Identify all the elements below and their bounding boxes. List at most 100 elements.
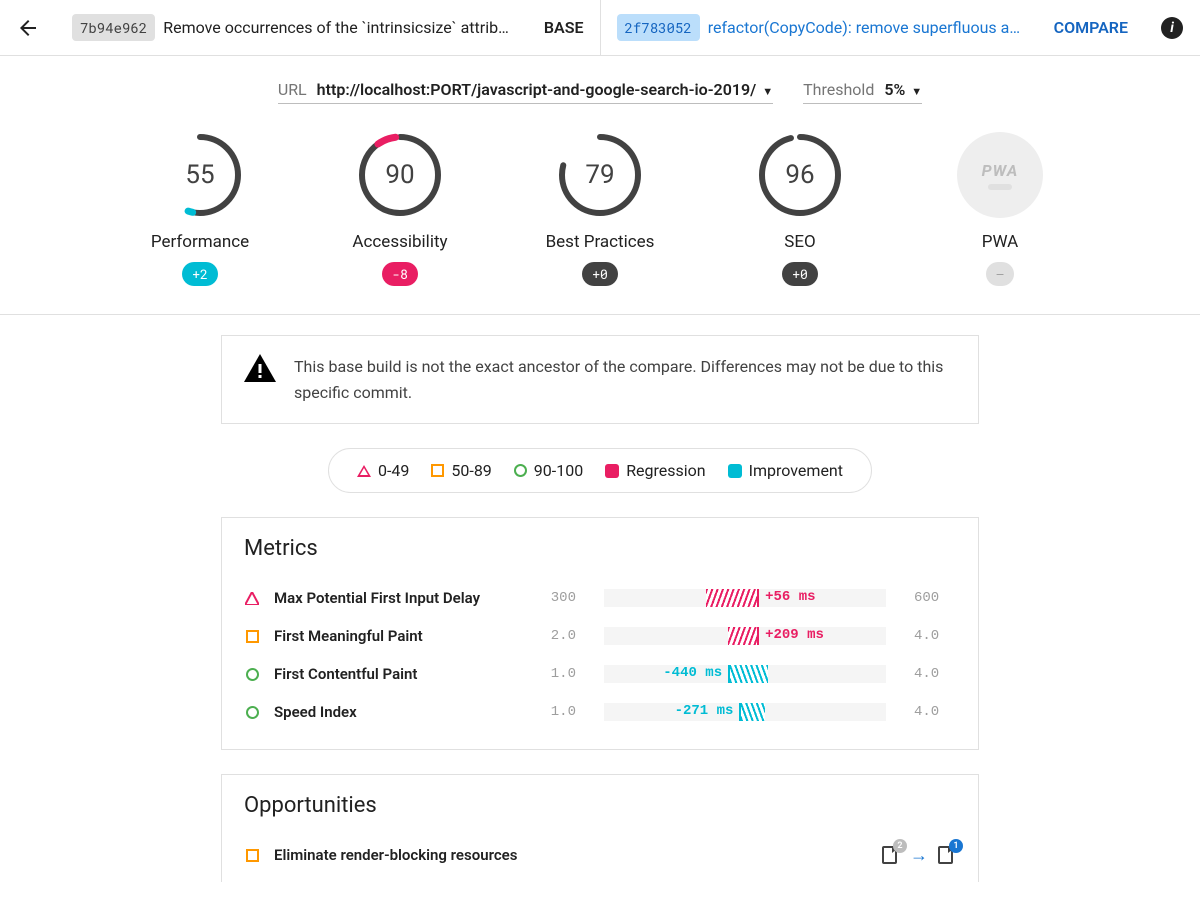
metric-max: 4.0 <box>914 666 956 682</box>
gauge-best-practices[interactable]: 79 Best Practices +0 <box>540 132 660 286</box>
square-icon <box>431 464 444 477</box>
triangle-icon <box>357 465 371 477</box>
metric-max: 4.0 <box>914 628 956 644</box>
legend-pass: 90-100 <box>514 461 583 480</box>
threshold-value: 5% <box>884 80 905 99</box>
metric-bar-segment <box>739 703 764 721</box>
metric-status-icon <box>244 630 260 643</box>
regression-swatch <box>605 464 619 478</box>
ancestor-warning: This base build is not the exact ancesto… <box>221 335 979 424</box>
opportunity-name: Eliminate render-blocking resources <box>274 846 868 864</box>
report-icon: 2 <box>882 846 900 864</box>
warning-text: This base build is not the exact ancesto… <box>294 354 956 405</box>
gauge-arc: 79 <box>557 132 643 218</box>
info-button[interactable]: i <box>1144 17 1200 39</box>
metrics-list: Max Potential First Input Delay 300 +56 … <box>244 579 956 731</box>
gauge-arc: 55 <box>157 132 243 218</box>
compare-message: refactor(CopyCode): remove superfluous a… <box>708 18 1044 37</box>
metric-row[interactable]: First Meaningful Paint 2.0 +209 ms 4.0 <box>244 617 956 655</box>
metric-min: 1.0 <box>534 704 576 720</box>
metric-delta: +209 ms <box>765 627 824 643</box>
metric-bar: +209 ms <box>604 627 886 645</box>
metric-delta: -271 ms <box>675 703 734 719</box>
gauge-label: Performance <box>151 232 249 252</box>
metric-bar-segment <box>728 665 767 683</box>
metric-max: 600 <box>914 590 956 606</box>
metric-min: 1.0 <box>534 666 576 682</box>
gauge-arc: 90 <box>357 132 443 218</box>
compare-commit-panel[interactable]: 2f783052 refactor(CopyCode): remove supe… <box>601 0 1145 56</box>
comparison-header: 7b94e962 Remove occurrences of the `intr… <box>0 0 1200 56</box>
url-label: URL <box>278 80 307 99</box>
threshold-selector[interactable]: Threshold 5% ▼ <box>803 80 922 104</box>
gauge-label: Accessibility <box>352 232 447 252</box>
metric-status-icon <box>244 706 260 719</box>
gauge-performance[interactable]: 55 Performance +2 <box>140 132 260 286</box>
metric-min: 300 <box>534 590 576 606</box>
opportunities-title: Opportunities <box>244 793 956 818</box>
metric-bar-segment <box>706 589 760 607</box>
gauge-delta: +0 <box>582 262 618 286</box>
warning-icon <box>244 354 276 389</box>
metric-row[interactable]: Max Potential First Input Delay 300 +56 … <box>244 579 956 617</box>
metric-min: 2.0 <box>534 628 576 644</box>
gauge-delta: – <box>986 262 1014 286</box>
metric-name: Max Potential First Input Delay <box>274 589 520 607</box>
legend-fail: 0-49 <box>357 461 409 480</box>
gauge-label: Best Practices <box>546 232 655 252</box>
base-label: BASE <box>544 18 584 37</box>
metric-name: First Meaningful Paint <box>274 627 520 645</box>
base-commit-panel[interactable]: 7b94e962 Remove occurrences of the `intr… <box>56 0 601 56</box>
opportunity-status-icon <box>244 849 260 862</box>
url-selector[interactable]: URL http://localhost:PORT/javascript-and… <box>278 80 773 104</box>
url-threshold-controls: URL http://localhost:PORT/javascript-and… <box>0 56 1200 116</box>
legend-improvement-label: Improvement <box>749 461 843 480</box>
pwa-icon: PWA <box>957 132 1043 218</box>
metric-bar: +56 ms <box>604 589 886 607</box>
gauge-pwa[interactable]: PWA PWA – <box>940 132 1060 286</box>
info-icon: i <box>1161 17 1183 39</box>
metric-name: First Contentful Paint <box>274 665 520 683</box>
main-content: This base build is not the exact ancesto… <box>0 314 1200 882</box>
legend-regression-label: Regression <box>626 461 705 480</box>
score-gauges: 55 Performance +2 90 Accessibility -8 79… <box>0 116 1200 314</box>
chevron-down-icon: ▼ <box>911 85 922 98</box>
gauge-seo[interactable]: 96 SEO +0 <box>740 132 860 286</box>
legend-pill: 0-49 50-89 90-100 Regression Improvement <box>328 448 872 493</box>
legend-avg-label: 50-89 <box>451 461 491 480</box>
improvement-swatch <box>728 464 742 478</box>
metric-status-icon <box>244 668 260 681</box>
legend-fail-label: 0-49 <box>378 461 409 480</box>
legend-avg: 50-89 <box>431 461 491 480</box>
base-message: Remove occurrences of the `intrinsicsize… <box>163 18 534 37</box>
metric-row[interactable]: First Contentful Paint 1.0 -440 ms 4.0 <box>244 655 956 693</box>
gauge-arc: 96 <box>757 132 843 218</box>
gauge-accessibility[interactable]: 90 Accessibility -8 <box>340 132 460 286</box>
metric-row[interactable]: Speed Index 1.0 -271 ms 4.0 <box>244 693 956 731</box>
gauge-delta: +2 <box>182 262 218 286</box>
metrics-title: Metrics <box>244 536 956 561</box>
threshold-label: Threshold <box>803 80 874 99</box>
compare-label: COMPARE <box>1054 18 1128 37</box>
score-legend: 0-49 50-89 90-100 Regression Improvement <box>221 448 979 493</box>
gauge-label: PWA <box>982 232 1019 252</box>
compare-hash: 2f783052 <box>617 14 700 41</box>
opportunities-card: Opportunities Eliminate render-blocking … <box>221 774 979 882</box>
metric-status-icon <box>244 592 260 605</box>
gauge-delta: +0 <box>782 262 818 286</box>
chevron-down-icon: ▼ <box>762 85 773 98</box>
gauge-label: SEO <box>784 232 815 252</box>
back-button[interactable] <box>0 0 56 56</box>
metric-max: 4.0 <box>914 704 956 720</box>
metric-delta: -440 ms <box>663 665 722 681</box>
metric-bar: -440 ms <box>604 665 886 683</box>
metric-name: Speed Index <box>274 703 520 721</box>
legend-pass-label: 90-100 <box>534 461 583 480</box>
circle-icon <box>514 464 527 477</box>
metrics-card: Metrics Max Potential First Input Delay … <box>221 517 979 750</box>
metric-delta: +56 ms <box>765 589 815 605</box>
base-hash: 7b94e962 <box>72 14 155 41</box>
opportunity-row[interactable]: Eliminate render-blocking resources 2 → … <box>244 836 956 874</box>
report-icon: 1 <box>938 846 956 864</box>
legend-regression: Regression <box>605 461 705 480</box>
